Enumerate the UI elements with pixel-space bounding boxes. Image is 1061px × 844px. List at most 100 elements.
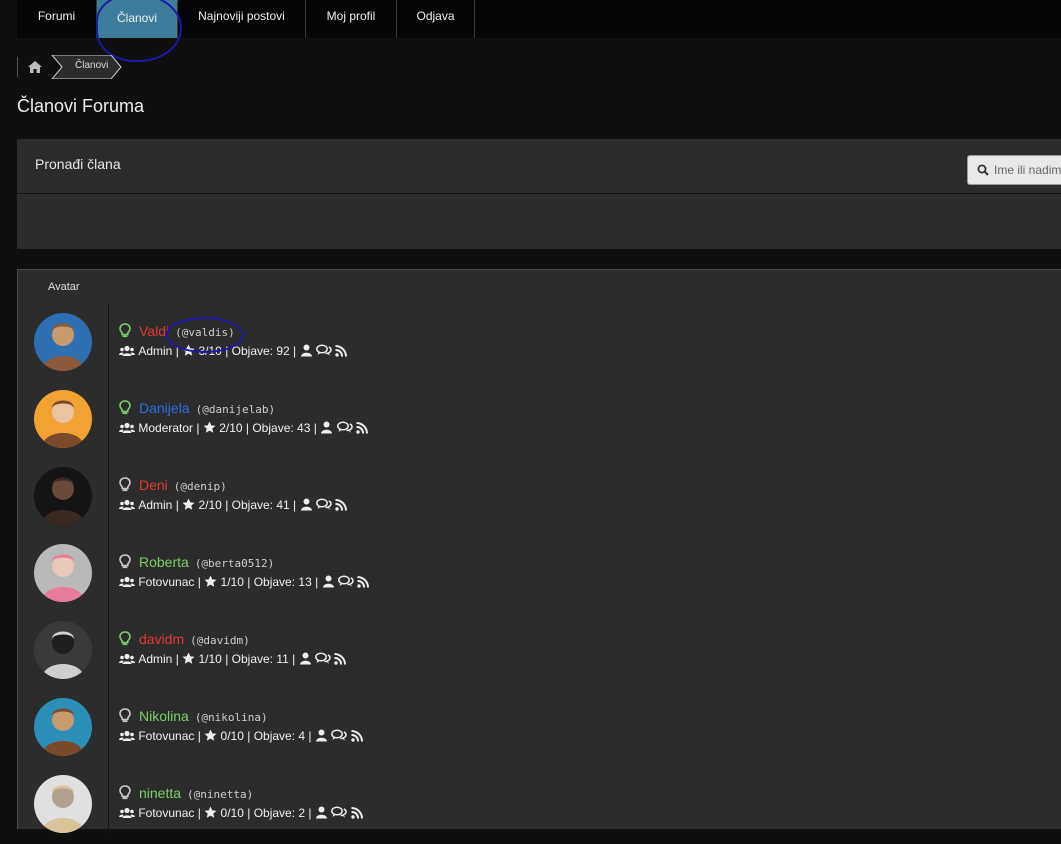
member-name-text[interactable]: Danijela [139,400,190,416]
meta-separator: | [193,421,203,435]
member-username[interactable]: ninetta (@ninetta) [139,785,253,801]
search-box[interactable] [967,155,1061,185]
profile-icon[interactable] [300,344,313,357]
member-posts-count: 41 [276,498,290,512]
online-status-bulb-icon [119,477,131,492]
member-meta: Moderator | 2/10 | Objave: 43 | [119,421,368,437]
member-name-text[interactable]: davidm [139,631,184,647]
users-group-icon [119,499,135,510]
member-meta: Fotovunac | 0/10 | Objave: 4 | [119,729,363,745]
users-group-icon [119,730,135,741]
message-icon[interactable] [331,729,347,742]
search-label: Pronađi člana [35,156,121,172]
meta-separator: | [311,575,322,589]
member-avatar[interactable] [34,390,92,448]
search-panel: Pronađi člana [17,139,1061,249]
member-rank: 2/10 [198,498,222,512]
message-icon[interactable] [315,498,332,511]
profile-icon[interactable] [320,421,333,434]
message-icon[interactable] [331,806,347,819]
message-icon[interactable] [315,652,331,665]
member-handle: (@valdis) [175,326,235,339]
meta-separator: | [310,421,321,435]
member-rank: 0/10 [220,806,244,820]
online-status-bulb-icon [119,631,131,646]
member-meta: Admin | 3/10 | Objave: 92 | [119,344,348,360]
rss-feed-icon[interactable] [334,653,347,665]
member-avatar[interactable] [34,313,92,371]
members-table: Avatar Valdi (@valdis) Admin | 3/10 | Obj… [17,269,1061,834]
member-posts-count: 11 [276,652,289,666]
message-icon[interactable] [337,575,354,588]
message-icon[interactable] [315,344,332,357]
member-handle: (@denip) [173,480,227,493]
message-icon[interactable] [336,421,353,434]
member-username[interactable]: davidm (@davidm) [139,631,250,647]
profile-icon[interactable] [322,575,335,588]
rss-feed-icon[interactable] [335,345,348,357]
member-username[interactable]: Nikolina (@nikolina) [139,708,268,724]
meta-separator: | [243,729,254,743]
nav-item-clanovi[interactable]: Članovi [97,0,178,38]
search-icon [977,164,989,176]
member-name-text[interactable]: Deni [139,477,168,493]
member-role: Admin [138,652,173,666]
meta-separator: | [242,421,253,435]
member-name-text[interactable]: Valdi [139,323,169,339]
posts-label: Objave: [231,344,274,358]
member-name-text[interactable]: Nikolina [139,708,189,724]
avatar-column-header: Avatar [48,281,80,293]
member-role: Fotovunac [138,575,195,589]
star-icon [204,575,217,587]
meta-separator: | [243,806,254,820]
home-icon[interactable] [27,59,43,75]
meta-separator: | [194,806,205,820]
rss-feed-icon[interactable] [350,807,363,819]
rss-feed-icon[interactable] [350,730,363,742]
member-avatar[interactable] [34,775,92,833]
nav-item-moj-profil[interactable]: Moj profil [306,0,397,38]
member-row: ninetta (@ninetta) Fotovunac | 0/10 | Obj… [18,767,1061,844]
member-username[interactable]: Deni (@denip) [139,477,227,493]
member-posts-count: 92 [276,344,290,358]
profile-icon[interactable] [315,729,328,742]
meta-separator: | [194,575,205,589]
member-username[interactable]: Danijela (@danijelab) [139,400,275,416]
top-navbar: Forumi Članovi Najnoviji postovi Moj pro… [17,0,1061,38]
users-group-icon [119,576,135,587]
search-input[interactable] [994,161,1061,179]
member-name-text[interactable]: Roberta [139,554,189,570]
member-username[interactable]: Roberta (@berta0512) [139,554,274,570]
member-username[interactable]: Valdi (@valdis) [139,323,235,339]
nav-item-forumi[interactable]: Forumi [17,0,97,38]
rss-feed-icon[interactable] [356,422,368,434]
nav-item-najnoviji-postovi[interactable]: Najnoviji postovi [178,0,306,38]
meta-separator: | [194,729,205,743]
member-avatar[interactable] [34,467,92,525]
breadcrumb-current[interactable]: Članovi [75,60,108,71]
nav-item-odjava[interactable]: Odjava [397,0,475,38]
profile-icon[interactable] [315,806,328,819]
member-meta: Admin | 2/10 | Objave: 41 | [119,498,348,514]
rss-feed-icon[interactable] [357,576,370,588]
member-avatar[interactable] [34,544,92,602]
profile-icon[interactable] [299,652,312,665]
member-rank: 3/10 [198,344,222,358]
member-handle: (@ninetta) [187,788,254,801]
meta-separator: | [289,498,300,512]
member-row: Nikolina (@nikolina) Fotovunac | 0/10 | O… [18,690,1061,767]
member-avatar[interactable] [34,621,92,679]
member-rank: 0/10 [220,729,244,743]
member-name-text[interactable]: ninetta [139,785,181,801]
member-rank: 1/10 [198,652,222,666]
member-row: Danijela (@danijelab) Moderator | 2/10 | … [18,382,1061,459]
member-avatar[interactable] [34,698,92,756]
meta-separator: | [288,652,299,666]
member-handle: (@danijelab) [195,403,276,416]
profile-icon[interactable] [300,498,313,511]
member-posts-count: 13 [298,575,312,589]
member-row: Roberta (@berta0512) Fotovunac | 1/10 | O… [18,536,1061,613]
star-icon [204,729,217,741]
meta-separator: | [221,652,232,666]
rss-feed-icon[interactable] [335,499,348,511]
